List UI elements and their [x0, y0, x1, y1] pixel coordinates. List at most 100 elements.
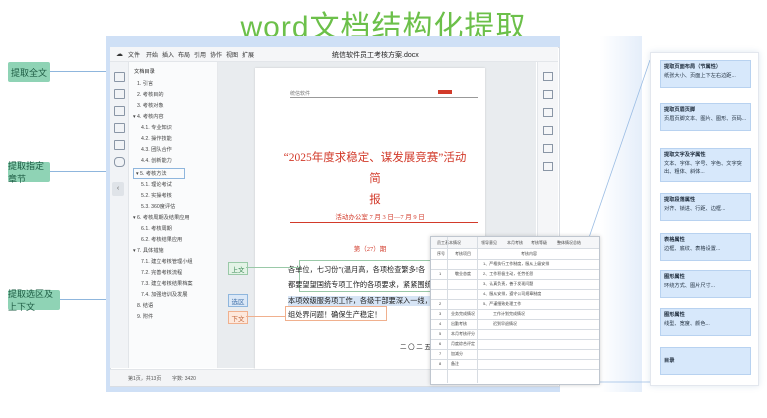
card-title: 图形属性 — [664, 312, 685, 318]
outline-item[interactable]: 5.2. 实操考核 — [141, 192, 172, 199]
card-desc: 边框、底纹、表格设置... — [664, 246, 721, 252]
red-rule — [290, 222, 478, 223]
card-shape-attributes[interactable]: 图形属性 线型、宽度、颜色... — [660, 308, 751, 336]
menu-start[interactable]: 开始 — [146, 50, 158, 59]
table-cell: 5、严谨细致处理工作 — [483, 301, 522, 306]
collapse-icon[interactable]: ‹ — [112, 182, 124, 196]
card-paragraph-attributes[interactable]: 提取段落属性 对齐、锁进、行距、边框... — [660, 193, 751, 221]
comment-icon[interactable] — [114, 123, 125, 133]
outline-item[interactable]: 8. 结语 — [137, 302, 153, 309]
style-icon[interactable] — [543, 72, 553, 81]
header-rule — [290, 97, 478, 98]
card-title: 提取页面布局（节属性） — [664, 64, 722, 70]
connector-line — [246, 267, 299, 268]
page-header-text: 统信软件 — [290, 91, 311, 97]
outline-icon[interactable] — [114, 72, 125, 82]
card-table-attributes[interactable]: 表格属性 边框、底纹、表格设置... — [660, 233, 751, 261]
table-icon[interactable] — [543, 126, 553, 135]
table-cell: 1 — [439, 271, 442, 276]
outline-item[interactable]: 4.1. 专业知识 — [141, 124, 172, 131]
thumbnail-icon[interactable] — [114, 89, 125, 99]
shape-icon[interactable] — [543, 144, 553, 153]
settings-icon[interactable] — [114, 157, 125, 167]
outline-item[interactable]: 3. 考核对象 — [137, 102, 164, 109]
card-desc: 文本、字体、字号、字色、文字突出、粗体、斜体... — [664, 161, 742, 175]
card-desc: 对齐、锁进、行距、边框... — [664, 206, 726, 212]
document-heading: “2025年度求稳定、谋发展竞赛”活动简 报 — [280, 148, 470, 211]
outline-item[interactable]: 5.3. 360度评估 — [141, 203, 175, 210]
card-title: 表格属性 — [664, 237, 685, 243]
page-indicator: 第1页，共13页 — [128, 376, 162, 382]
card-image-attributes[interactable]: 图形属性 环绕方式、图片尺寸... — [660, 270, 751, 298]
menu-layout[interactable]: 布局 — [178, 50, 190, 59]
menu-extensions[interactable]: 扩展 — [242, 50, 254, 59]
outline-item[interactable]: ▾ 6. 考核周期及结果应用 — [133, 214, 190, 221]
table-cell: 出勤考核 — [451, 321, 467, 326]
card-desc: 线型、宽度、颜色... — [664, 321, 710, 327]
table-header-cell: 考核等级 — [531, 240, 547, 245]
bookmark-icon[interactable] — [114, 106, 125, 116]
card-header-footer[interactable]: 提取页眉页脚 页眉页脚文本、图片、图形、页码... — [660, 103, 751, 131]
outline-item[interactable]: ▾ 7. 具体措施 — [133, 247, 164, 254]
document-date: 二 〇 二 五 — [400, 344, 431, 351]
table-cell: 加减分 — [451, 351, 463, 356]
table-header-cell: 领导意见 — [481, 240, 497, 245]
card-title: 提取段落属性 — [664, 197, 696, 203]
outline-item[interactable]: 2. 考核目的 — [137, 91, 164, 98]
menu-reference[interactable]: 引用 — [194, 50, 206, 59]
table-col-divider — [477, 237, 478, 383]
document-subtitle: 活动办公室 7 月 3 日—7 月 9 日 — [335, 214, 425, 221]
table-cell: 6 — [439, 341, 442, 346]
menu-collab[interactable]: 协作 — [210, 50, 222, 59]
menu-bar: ☁ 文件 开始 插入 布局 引用 协作 视图 扩展 统信软件员工考核方案.doc… — [110, 47, 558, 62]
table-cell: 3 — [439, 311, 442, 316]
image-icon[interactable] — [543, 108, 553, 117]
outline-item[interactable]: ▾ 4. 考核内容 — [133, 113, 164, 120]
card-page-layout[interactable]: 提取页面布局（节属性） 纸张大小、页面上下左右边距... — [660, 60, 751, 88]
page-setup-icon[interactable] — [543, 162, 553, 171]
table-cell: 4 — [439, 321, 442, 326]
left-icon-bar: ‹ — [110, 62, 129, 368]
tag-selection: 选区 — [228, 294, 248, 307]
card-desc: 环绕方式、图片尺寸... — [664, 283, 716, 289]
outline-item[interactable]: 7.4. 加强培训及发展 — [141, 291, 187, 298]
outline-item[interactable]: 5.1. 理论考试 — [141, 181, 172, 188]
label-extract-full-text: 提取全文 — [8, 62, 50, 82]
card-title: 目录 — [664, 358, 675, 364]
outline-item[interactable]: 6.1. 考核周期 — [141, 225, 172, 232]
table-cell: 工作计划完成情况 — [493, 311, 525, 316]
connector-line — [50, 71, 106, 72]
outline-item[interactable]: 7.2. 完善考核流程 — [141, 269, 182, 276]
outline-item[interactable]: 9. 附件 — [137, 313, 153, 320]
outline-item[interactable]: 7.1. 建立考核管理小组 — [141, 258, 193, 265]
outline-item[interactable]: 4.3. 团队合作 — [141, 146, 172, 153]
menu-file[interactable]: 文件 — [128, 50, 140, 59]
outline-item[interactable]: 7.3. 建立考核结果档案 — [141, 280, 193, 287]
paragraph-icon[interactable] — [543, 90, 553, 99]
table-cell: 考核项目 — [455, 251, 471, 256]
outline-item[interactable]: 4.2. 操作技能 — [141, 135, 172, 142]
table-cell: 迟到早退情况 — [493, 321, 517, 326]
outline-item-label: 4. 考核内容 — [137, 114, 164, 120]
table-cell: 2、工作积极主动，任劳任怨 — [483, 271, 534, 276]
card-title: 提取页眉页脚 — [664, 107, 696, 113]
outline-item[interactable]: 4.4. 创新能力 — [141, 157, 172, 164]
table-cell: 序号 — [437, 251, 445, 256]
menu-insert[interactable]: 插入 — [162, 50, 174, 59]
find-icon[interactable] — [114, 140, 125, 150]
outline-item[interactable]: 6.2. 考核结果应用 — [141, 236, 182, 243]
table-cell: 3、认真负责，善于发现问题 — [483, 281, 534, 286]
card-text-attributes[interactable]: 提取文字及字属性 文本、字体、字号、字色、文字突出、粗体、斜体... — [660, 148, 751, 182]
card-title: 提取文字及字属性 — [664, 152, 706, 158]
table-cell: 敬业态度 — [455, 271, 471, 276]
menu-view[interactable]: 视图 — [226, 50, 238, 59]
table-cell: 本月考核评分 — [451, 331, 475, 336]
table-cell: 8 — [439, 361, 442, 366]
outline-item[interactable]: 1. 引言 — [137, 80, 153, 87]
outline-item-selected[interactable]: ▾ 5. 考核方法 — [133, 168, 185, 179]
card-toc[interactable]: 目录 — [660, 347, 751, 375]
table-cell: 4、服从安排，遵守公司规章制度 — [483, 291, 542, 296]
connector-line — [246, 316, 285, 317]
heading-line: “2025年度求稳定、谋发展竞赛”活动简 — [283, 152, 467, 185]
label-extract-selection-context: 提取选区及上下文 — [8, 289, 60, 312]
